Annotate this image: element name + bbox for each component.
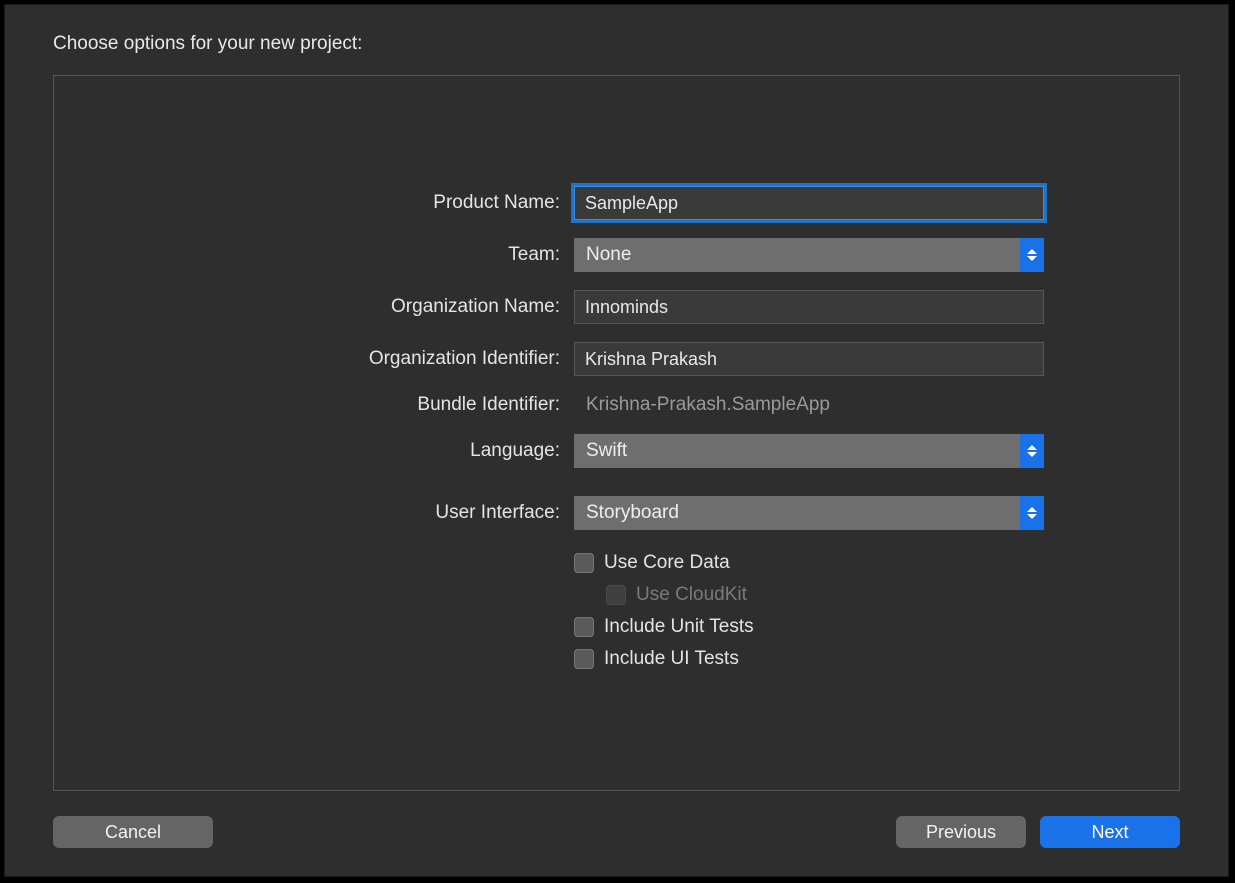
- chevron-updown-icon: [1020, 238, 1044, 272]
- include-ui-tests-checkbox[interactable]: [574, 649, 594, 669]
- next-button[interactable]: Next: [1040, 816, 1180, 848]
- label-product-name: Product Name:: [154, 192, 574, 214]
- options-form: Product Name: Team: None Organiz: [54, 186, 1179, 670]
- language-select[interactable]: Swift: [574, 434, 1044, 468]
- row-include-ui-tests: Include UI Tests: [574, 648, 1079, 670]
- label-language: Language:: [154, 440, 574, 462]
- include-unit-tests-checkbox[interactable]: [574, 617, 594, 637]
- use-cloudkit-checkbox: [606, 585, 626, 605]
- row-team: Team: None: [154, 238, 1079, 272]
- row-product-name: Product Name:: [154, 186, 1079, 220]
- row-include-unit-tests: Include Unit Tests: [574, 616, 1079, 638]
- row-use-cloudkit: Use CloudKit: [606, 584, 1079, 606]
- row-use-core-data: Use Core Data: [574, 552, 1079, 574]
- bundle-identifier-value: Krishna-Prakash.SampleApp: [574, 394, 1079, 416]
- row-checkboxes: Use Core Data Use CloudKit Include Unit …: [154, 548, 1079, 670]
- product-name-field-wrap: [574, 186, 1079, 220]
- use-core-data-checkbox[interactable]: [574, 553, 594, 573]
- team-select[interactable]: None: [574, 238, 1044, 272]
- label-bundle-identifier: Bundle Identifier:: [154, 394, 574, 416]
- team-select-value: None: [586, 244, 631, 266]
- include-ui-tests-label: Include UI Tests: [604, 648, 739, 670]
- row-bundle-identifier: Bundle Identifier: Krishna-Prakash.Sampl…: [154, 394, 1079, 416]
- use-cloudkit-label: Use CloudKit: [636, 584, 747, 606]
- row-language: Language: Swift: [154, 434, 1079, 468]
- language-select-value: Swift: [586, 440, 627, 462]
- label-team: Team:: [154, 244, 574, 266]
- organization-name-input[interactable]: [574, 290, 1044, 324]
- previous-button[interactable]: Previous: [896, 816, 1026, 848]
- chevron-updown-icon: [1020, 496, 1044, 530]
- row-user-interface: User Interface: Storyboard: [154, 496, 1079, 530]
- label-user-interface: User Interface:: [154, 502, 574, 524]
- label-organization-identifier: Organization Identifier:: [154, 348, 574, 370]
- checkbox-group: Use Core Data Use CloudKit Include Unit …: [574, 552, 1079, 670]
- dialog-title: Choose options for your new project:: [53, 33, 1180, 55]
- chevron-updown-icon: [1020, 434, 1044, 468]
- options-panel: Product Name: Team: None Organiz: [53, 75, 1180, 791]
- row-organization-name: Organization Name:: [154, 290, 1079, 324]
- use-core-data-label: Use Core Data: [604, 552, 730, 574]
- include-unit-tests-label: Include Unit Tests: [604, 616, 754, 638]
- organization-identifier-input[interactable]: [574, 342, 1044, 376]
- user-interface-select[interactable]: Storyboard: [574, 496, 1044, 530]
- dialog-button-bar: Cancel Previous Next: [53, 816, 1180, 848]
- user-interface-select-value: Storyboard: [586, 502, 679, 524]
- label-organization-name: Organization Name:: [154, 296, 574, 318]
- new-project-options-dialog: Choose options for your new project: Pro…: [4, 4, 1229, 877]
- product-name-input[interactable]: [574, 186, 1044, 220]
- row-organization-identifier: Organization Identifier:: [154, 342, 1079, 376]
- cancel-button[interactable]: Cancel: [53, 816, 213, 848]
